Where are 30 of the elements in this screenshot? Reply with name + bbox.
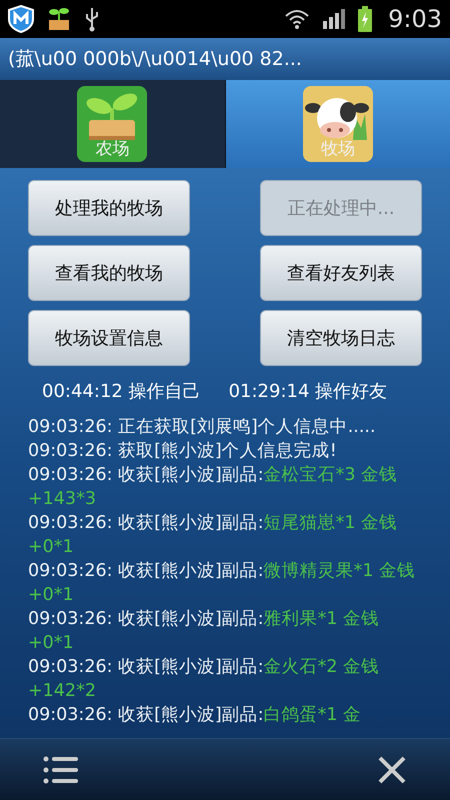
action-button[interactable]: 查看好友列表	[260, 245, 422, 301]
log-entry: 09:03:26: 收获[熊小波]副品:金火石*2 金钱+142*2	[28, 656, 380, 703]
log-entry: 09:03:26: 收获[熊小波]副品:微博精灵果*1 金钱+0*1	[28, 560, 416, 607]
timer-text: 00:44:12 操作自己	[42, 380, 201, 404]
tab-label: 牧场	[320, 138, 356, 160]
menu-icon	[43, 756, 79, 784]
close-button[interactable]	[376, 754, 408, 786]
menu-button[interactable]	[42, 754, 80, 786]
wifi-icon	[284, 8, 310, 30]
log-entry: 09:03:26: 获取[熊小波]个人信息完成!	[28, 440, 338, 463]
action-button[interactable]: 牧场设置信息	[28, 310, 190, 366]
action-button[interactable]: 清空牧场日志	[260, 310, 422, 366]
log-entry: 09:03:26: 收获[熊小波]副品:雅利果*1 金钱+0*1	[28, 608, 380, 655]
log-entry: 09:03:26: 收获[熊小波]副品:白鸽蛋*1 金	[28, 704, 362, 727]
sprout-box-icon	[46, 6, 72, 32]
log-entry: 09:03:26: 收获[熊小波]副品:金松宝石*3 金钱+143*3	[28, 464, 398, 511]
tab-label: 农场	[94, 138, 130, 160]
timer-text: 01:29:14 操作好友	[228, 380, 388, 404]
log-entry: 09:03:26: 收获[熊小波]副品:短尾猫崽*1 金钱+0*1	[28, 512, 398, 559]
cow-icon	[302, 86, 373, 162]
close-icon	[378, 756, 406, 784]
sprout-crate-icon	[77, 86, 148, 162]
signal-icon	[322, 8, 346, 30]
clock-time: 9:03	[388, 4, 442, 35]
log-entry: 09:03:26: 正在获取[刘展鸣]个人信息中.....	[28, 416, 377, 439]
action-button[interactable]: 处理我的牧场	[28, 180, 190, 236]
usb-icon	[84, 6, 100, 32]
shield-icon	[8, 5, 34, 33]
window-title: (菰\u00 000b\/\u0014\u00 82...	[8, 46, 302, 72]
action-button[interactable]: 查看我的牧场	[28, 245, 190, 301]
